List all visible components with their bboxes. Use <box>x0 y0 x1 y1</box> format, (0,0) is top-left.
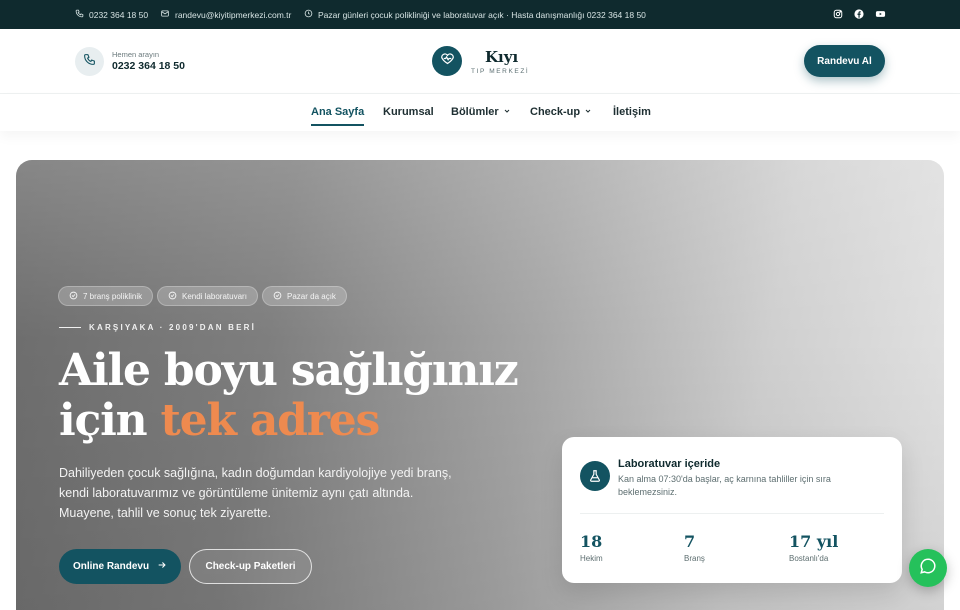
hero-description: Dahiliyeden çocuk sağlığına, kadın doğum… <box>59 466 452 520</box>
feature-chip: Kendi laboratuvarı <box>157 286 258 306</box>
nav-item-departments[interactable]: Bölümler <box>451 106 511 118</box>
social-links <box>833 9 886 19</box>
nav-item-checkup[interactable]: Check-up <box>530 106 592 118</box>
nav-item-label: Ana Sayfa <box>311 106 365 118</box>
topbar-email[interactable]: randevu@kiyitipmerkezi.com.tr <box>160 0 291 29</box>
active-nav-indicator <box>311 124 365 126</box>
stat-label: Hekim <box>580 554 603 563</box>
headline-prefix: için <box>59 395 161 446</box>
feature-chip-label: 7 branş poliklinik <box>83 291 143 301</box>
logo-name[interactable]: Kıyı <box>485 48 518 66</box>
top-bar: 0232 364 18 50 randevu@kiyitipmerkezi.co… <box>0 0 960 29</box>
divider <box>580 513 884 514</box>
nav-item-label: Check-up <box>530 106 581 118</box>
check-circle-icon <box>168 291 177 302</box>
headline-line-1: Aile boyu sağlığınız <box>59 345 519 396</box>
call-button[interactable] <box>75 47 104 76</box>
stat-doctors: 18 Hekim <box>580 532 603 563</box>
appointment-button[interactable]: Randevu Al <box>804 45 885 77</box>
phone-icon <box>83 53 96 71</box>
eyebrow-text: KARŞIYAKA · 2009'DAN BERİ <box>89 323 257 332</box>
feature-chip-label: Kendi laboratuvarı <box>182 291 247 301</box>
stat-label: Bostanlı'da <box>789 554 829 563</box>
topbar-email-text: randevu@kiyitipmerkezi.com.tr <box>175 9 292 20</box>
hero-eyebrow: KARŞIYAKA · 2009'DAN BERİ <box>59 323 256 332</box>
stat-label: Branş <box>684 554 705 563</box>
hero-section: 7 branş poliklinik Kendi laboratuvarı Pa… <box>16 160 944 610</box>
logo-mark[interactable] <box>432 46 462 76</box>
facebook-icon[interactable] <box>854 9 864 19</box>
headline-line-2: için tek adres <box>59 396 518 446</box>
online-appointment-button[interactable]: Online Randevu <box>59 549 181 584</box>
stat-branches: 7 Branş <box>684 532 705 563</box>
check-circle-icon <box>273 291 282 302</box>
call-number[interactable]: 0232 364 18 50 <box>112 60 185 72</box>
topbar-phone-text: 0232 364 18 50 <box>89 9 149 20</box>
headline-accent: tek adres <box>160 395 381 446</box>
instagram-icon[interactable] <box>833 9 843 19</box>
lab-info-card: Laboratuvar içeride Kan alma 07:30'da ba… <box>562 437 902 583</box>
eyebrow-line <box>59 327 81 328</box>
button-label: Online Randevu <box>72 561 150 572</box>
main-nav: Ana Sayfa Kurumsal Bölümler Check-up İle… <box>0 94 960 131</box>
nav-item-contact[interactable]: İletişim <box>613 106 651 118</box>
flask-icon <box>580 461 610 491</box>
nav-item-corporate[interactable]: Kurumsal <box>383 106 434 118</box>
nav-item-label: İletişim <box>613 106 651 118</box>
whatsapp-chat-button[interactable] <box>909 549 947 587</box>
youtube-icon[interactable] <box>875 9 886 19</box>
phone-icon <box>75 9 84 20</box>
arrow-right-icon <box>157 560 167 573</box>
mail-icon <box>160 9 170 20</box>
nav-item-label: Kurumsal <box>383 106 434 118</box>
hero-headline: Aile boyu sağlığınız için tek adres <box>59 345 519 446</box>
feature-chip-label: Pazar da açık <box>287 291 336 301</box>
nav-item-label: Bölümler <box>451 106 499 118</box>
clock-icon <box>304 9 313 20</box>
chevron-down-icon <box>503 106 511 118</box>
stat-value: 18 <box>580 532 603 551</box>
stat-value: 7 <box>684 532 696 551</box>
chevron-down-icon <box>584 106 592 118</box>
chat-bubble-icon <box>919 557 937 580</box>
stat-years: 17 yıl Bostanlı'da <box>789 532 838 563</box>
nav-item-home[interactable]: Ana Sayfa <box>311 106 365 126</box>
call-caption: Hemen arayın <box>112 50 160 59</box>
check-circle-icon <box>69 291 78 302</box>
topbar-phone[interactable]: 0232 364 18 50 <box>75 0 148 29</box>
stat-value: 17 yıl <box>789 532 839 551</box>
heart-pulse-icon <box>440 51 455 71</box>
topbar-notice-text: Pazar günleri çocuk polikliniği ve labor… <box>318 9 646 20</box>
feature-chip: Pazar da açık <box>262 286 347 306</box>
lab-card-title: Laboratuvar içeride <box>618 458 721 470</box>
logo-subtitle: TIP MERKEZİ <box>471 68 530 75</box>
feature-chip: 7 branş poliklinik <box>58 286 154 306</box>
checkup-packages-button[interactable]: Check-up Paketleri <box>189 549 312 584</box>
lab-card-description: Kan alma 07:30'da başlar, aç karnına tah… <box>618 474 831 497</box>
topbar-notice: Pazar günleri çocuk polikliniği ve labor… <box>304 0 646 29</box>
